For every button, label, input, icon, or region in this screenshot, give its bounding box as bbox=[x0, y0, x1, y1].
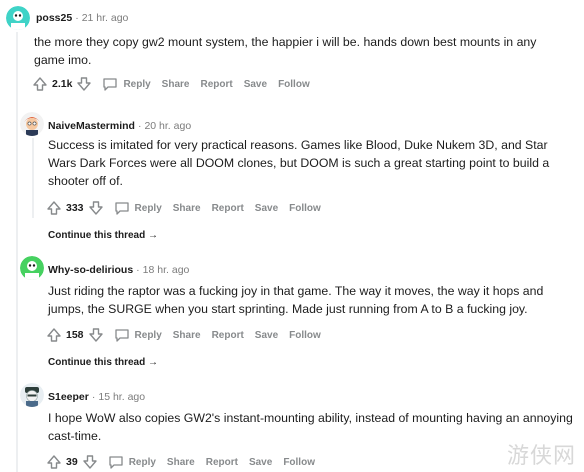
avatar-icon bbox=[20, 383, 44, 407]
timestamp[interactable]: 21 hr. ago bbox=[82, 12, 129, 24]
thread-line[interactable] bbox=[16, 32, 18, 472]
upvote-icon[interactable] bbox=[46, 200, 62, 216]
username[interactable]: NaiveMastermind bbox=[48, 120, 135, 132]
save-button[interactable]: Save bbox=[255, 203, 278, 214]
avatar-icon bbox=[6, 6, 30, 30]
avatar-icon bbox=[20, 112, 44, 136]
reply-icon bbox=[114, 329, 129, 342]
comment-actions: 2.1k Reply Share Report Save Follow bbox=[32, 74, 310, 94]
reply-label: Reply bbox=[128, 456, 156, 468]
report-button[interactable]: Report bbox=[212, 330, 244, 341]
reply-label: Reply bbox=[123, 78, 151, 90]
comment-body: Just riding the raptor was a fucking joy… bbox=[48, 284, 544, 316]
upvote-icon[interactable] bbox=[46, 327, 62, 343]
follow-button[interactable]: Follow bbox=[278, 79, 310, 90]
report-button[interactable]: Report bbox=[206, 457, 238, 468]
continue-thread-label: Continue this thread bbox=[48, 230, 146, 241]
reply-button[interactable]: Reply bbox=[114, 200, 162, 216]
avatar[interactable] bbox=[20, 256, 44, 280]
downvote-icon[interactable] bbox=[82, 454, 98, 470]
continue-thread-link[interactable]: Continue this thread → bbox=[48, 357, 158, 368]
comment-meta: Why-so-delirious · 18 hr. ago bbox=[48, 264, 190, 276]
comment-body: the more they copy gw2 mount system, the… bbox=[34, 35, 537, 67]
reply-label: Reply bbox=[134, 329, 162, 341]
arrow-right-icon: → bbox=[145, 357, 159, 368]
timestamp[interactable]: 18 hr. ago bbox=[143, 264, 190, 276]
downvote-icon[interactable] bbox=[76, 76, 92, 92]
reply-button[interactable]: Reply bbox=[102, 76, 151, 92]
avatar-icon bbox=[20, 256, 44, 280]
reply-button[interactable]: Reply bbox=[114, 327, 162, 343]
timestamp[interactable]: 20 hr. ago bbox=[144, 120, 191, 132]
avatar[interactable] bbox=[6, 6, 30, 30]
upvote-icon[interactable] bbox=[46, 454, 62, 470]
share-button[interactable]: Share bbox=[173, 203, 201, 214]
vote-score: 39 bbox=[66, 456, 78, 468]
arrow-right-icon: → bbox=[145, 230, 159, 241]
watermark: 游侠网 bbox=[506, 444, 576, 469]
continue-thread-label: Continue this thread bbox=[48, 357, 146, 368]
follow-button[interactable]: Follow bbox=[289, 330, 321, 341]
downvote-icon[interactable] bbox=[88, 200, 104, 216]
share-button[interactable]: Share bbox=[167, 457, 195, 468]
avatar[interactable] bbox=[20, 112, 44, 136]
username[interactable]: Why-so-delirious bbox=[48, 264, 133, 276]
username[interactable]: poss25 bbox=[36, 12, 72, 24]
reply-icon bbox=[109, 456, 123, 469]
comment-meta: S1eeper · 15 hr. ago bbox=[48, 391, 146, 403]
continue-thread-link[interactable]: Continue this thread → bbox=[48, 230, 158, 241]
reply-icon bbox=[114, 202, 129, 215]
comment-actions: 39 Reply Share Report Save Follow bbox=[46, 452, 315, 472]
username[interactable]: S1eeper bbox=[48, 391, 89, 403]
downvote-icon[interactable] bbox=[88, 327, 104, 343]
vote-score: 333 bbox=[66, 202, 84, 214]
vote-score: 2.1k bbox=[52, 78, 73, 90]
follow-button[interactable]: Follow bbox=[283, 457, 315, 468]
reply-label: Reply bbox=[134, 202, 162, 214]
comment-body: I hope WoW also copies GW2's instant-mou… bbox=[48, 411, 573, 443]
follow-button[interactable]: Follow bbox=[289, 203, 321, 214]
thread-line[interactable] bbox=[32, 138, 34, 218]
comment-meta: NaiveMastermind · 20 hr. ago bbox=[48, 120, 192, 132]
upvote-icon[interactable] bbox=[32, 76, 48, 92]
avatar[interactable] bbox=[20, 383, 44, 407]
save-button[interactable]: Save bbox=[255, 330, 278, 341]
share-button[interactable]: Share bbox=[162, 79, 190, 90]
reply-icon bbox=[103, 78, 118, 91]
timestamp[interactable]: 15 hr. ago bbox=[98, 391, 145, 403]
comment-body: Success is imitated for very practical r… bbox=[48, 138, 550, 188]
report-button[interactable]: Report bbox=[212, 203, 244, 214]
vote-score: 158 bbox=[66, 329, 84, 341]
save-button[interactable]: Save bbox=[244, 79, 267, 90]
save-button[interactable]: Save bbox=[249, 457, 272, 468]
comment-actions: 333 Reply Share Report Save Follow bbox=[46, 198, 321, 218]
report-button[interactable]: Report bbox=[200, 79, 232, 90]
comment-actions: 158 Reply Share Report Save Follow bbox=[46, 325, 321, 345]
comment-meta: poss25 · 21 hr. ago bbox=[36, 12, 129, 24]
share-button[interactable]: Share bbox=[173, 330, 201, 341]
reply-button[interactable]: Reply bbox=[108, 454, 156, 470]
